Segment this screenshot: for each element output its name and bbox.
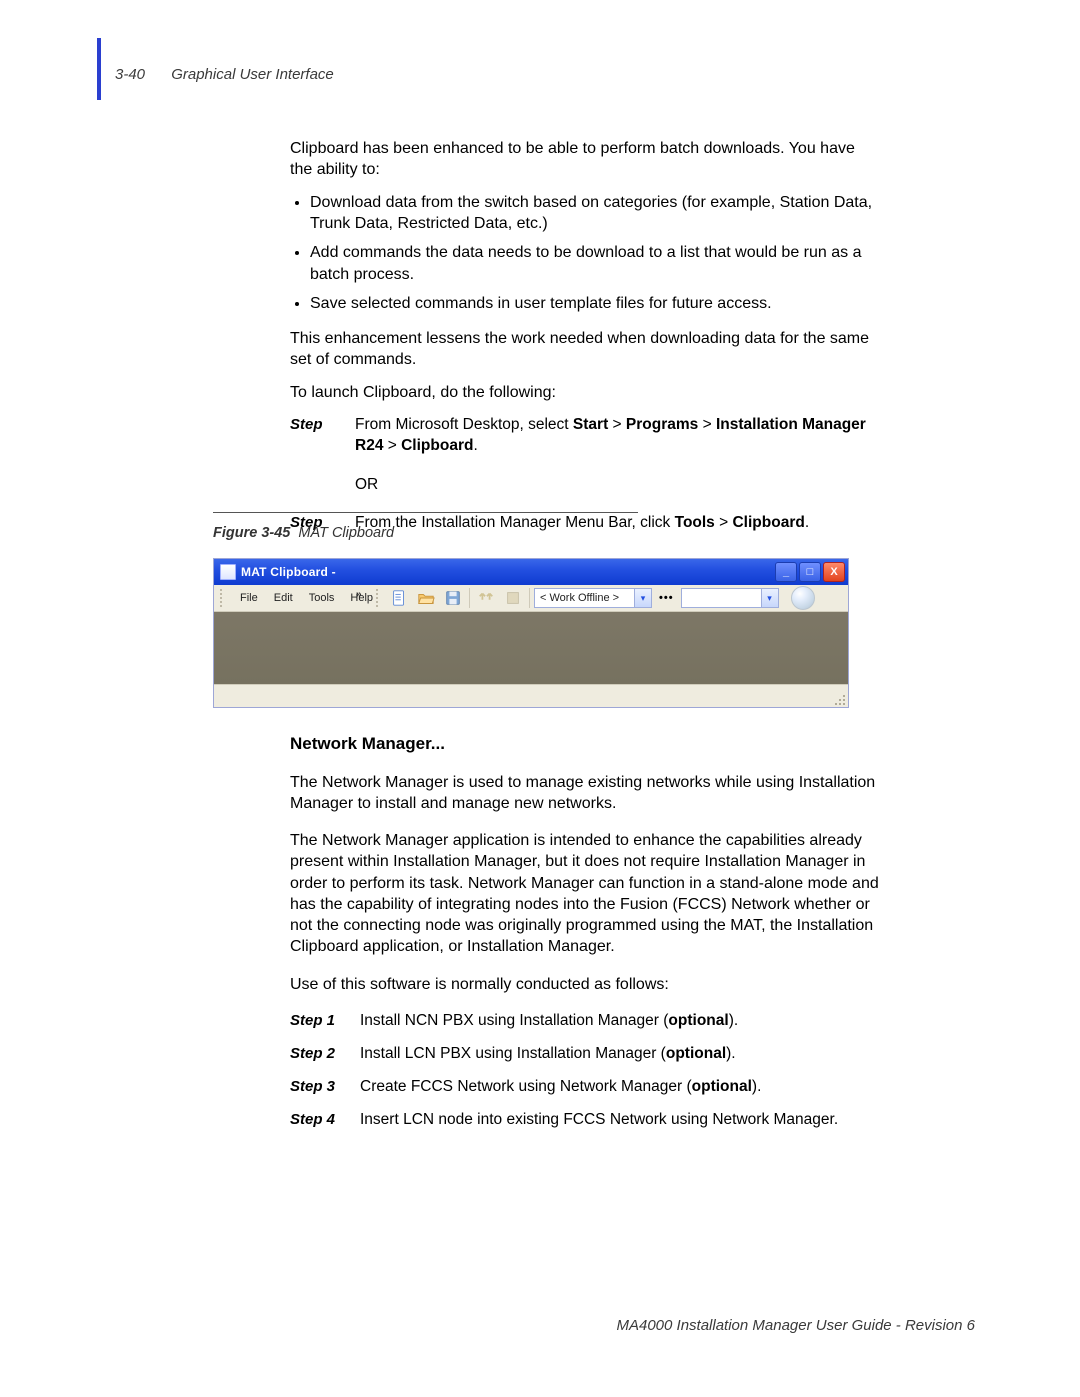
menu-bar: File Edit Tools Help » xyxy=(214,585,848,612)
new-document-button[interactable] xyxy=(387,587,411,609)
figure-caption: Figure 3-45 MAT Clipboard xyxy=(213,525,394,541)
save-button[interactable] xyxy=(441,587,465,609)
step-label: Step 4 xyxy=(290,1110,360,1131)
globe-icon[interactable] xyxy=(791,586,815,610)
separator xyxy=(469,588,470,608)
menu-tools[interactable]: Tools xyxy=(301,590,343,606)
client-area xyxy=(214,612,848,684)
status-bar xyxy=(214,684,848,707)
header-accent-rule xyxy=(97,38,101,100)
running-header: 3-40 Graphical User Interface xyxy=(115,66,334,83)
bullet-list: Download data from the switch based on c… xyxy=(290,192,880,314)
app-icon xyxy=(220,564,236,580)
stop-button[interactable] xyxy=(501,587,525,609)
figure-rule xyxy=(213,512,638,513)
window-title: MAT Clipboard - xyxy=(241,565,336,579)
step-text: Install LCN PBX using Installation Manag… xyxy=(360,1044,880,1065)
step-row: Step 4 Insert LCN node into existing FCC… xyxy=(290,1110,880,1131)
page-number: 3-40 xyxy=(115,66,145,83)
figure-number: Figure 3-45 xyxy=(213,525,290,541)
network-manager-section: Network Manager... The Network Manager i… xyxy=(290,733,880,1143)
step-label: Step 2 xyxy=(290,1044,360,1065)
or-separator: OR xyxy=(355,475,880,495)
document-page: 3-40 Graphical User Interface Clipboard … xyxy=(0,0,1080,1397)
floppy-disk-icon xyxy=(444,589,462,607)
figure-title: MAT Clipboard xyxy=(298,525,394,541)
body-column-1: Clipboard has been enhanced to be able t… xyxy=(290,138,880,546)
step-label: Step 1 xyxy=(290,1011,360,1032)
close-button[interactable]: X xyxy=(823,562,845,582)
bullet-item: Save selected commands in user template … xyxy=(310,293,880,314)
open-button[interactable] xyxy=(414,587,438,609)
step-row: Step From Microsoft Desktop, select Star… xyxy=(290,415,880,457)
paragraph: This enhancement lessens the work needed… xyxy=(290,328,880,370)
chevron-down-icon[interactable]: ▾ xyxy=(634,589,651,607)
menu-edit[interactable]: Edit xyxy=(266,590,301,606)
connection-combo[interactable]: < Work Offline > ▾ xyxy=(534,588,652,608)
upload-button[interactable] xyxy=(474,587,498,609)
step-text: Install NCN PBX using Installation Manag… xyxy=(360,1011,880,1032)
paragraph: Use of this software is normally conduct… xyxy=(290,974,880,995)
step-label: Step xyxy=(290,415,355,457)
separator xyxy=(529,588,530,608)
window-controls: _ □ X xyxy=(775,562,845,582)
chevron-down-icon[interactable]: ▾ xyxy=(761,589,778,607)
secondary-combo[interactable]: ▾ xyxy=(681,588,779,608)
step-text: Create FCCS Network using Network Manage… xyxy=(360,1077,880,1098)
menu-file[interactable]: File xyxy=(232,590,266,606)
paragraph: The Network Manager application is inten… xyxy=(290,830,880,958)
step-text: From Microsoft Desktop, select Start > P… xyxy=(355,415,880,457)
running-footer: MA4000 Installation Manager User Guide -… xyxy=(616,1317,975,1334)
window-titlebar[interactable]: MAT Clipboard - _ □ X xyxy=(214,559,848,585)
resize-grip-icon[interactable] xyxy=(833,693,845,705)
bullet-item: Download data from the switch based on c… xyxy=(310,192,880,234)
toolbar-grip[interactable] xyxy=(376,589,382,607)
minimize-button[interactable]: _ xyxy=(775,562,797,582)
section-heading: Network Manager... xyxy=(290,733,880,756)
bullet-item: Add commands the data needs to be downlo… xyxy=(310,242,880,284)
paragraph: To launch Clipboard, do the following: xyxy=(290,382,880,403)
toolbar-grip[interactable] xyxy=(220,589,226,607)
paragraph: The Network Manager is used to manage ex… xyxy=(290,772,880,815)
step-text: Insert LCN node into existing FCCS Netwo… xyxy=(360,1110,880,1131)
launch-steps: Step From Microsoft Desktop, select Star… xyxy=(290,415,880,534)
paragraph: Clipboard has been enhanced to be able t… xyxy=(290,138,880,180)
step-row: Step 1 Install NCN PBX using Installatio… xyxy=(290,1011,880,1032)
step-label: Step 3 xyxy=(290,1077,360,1098)
step-text: From the Installation Manager Menu Bar, … xyxy=(355,513,880,534)
combo-value: < Work Offline > xyxy=(535,592,634,604)
maximize-button[interactable]: □ xyxy=(799,562,821,582)
arrows-up-icon xyxy=(477,589,495,607)
chapter-title: Graphical User Interface xyxy=(171,66,334,83)
toolbar: < Work Offline > ▾ ••• ▾ xyxy=(376,586,815,610)
usage-steps: Step 1 Install NCN PBX using Installatio… xyxy=(290,1011,880,1131)
folder-open-icon xyxy=(417,589,435,607)
stop-icon xyxy=(504,589,522,607)
more-button[interactable]: ••• xyxy=(655,592,678,604)
document-icon xyxy=(390,589,408,607)
mat-clipboard-window: MAT Clipboard - _ □ X File Edit Tools He… xyxy=(213,558,849,708)
overflow-chevron-icon[interactable]: » xyxy=(356,589,361,600)
step-row: Step 2 Install LCN PBX using Installatio… xyxy=(290,1044,880,1065)
step-row: Step 3 Create FCCS Network using Network… xyxy=(290,1077,880,1098)
